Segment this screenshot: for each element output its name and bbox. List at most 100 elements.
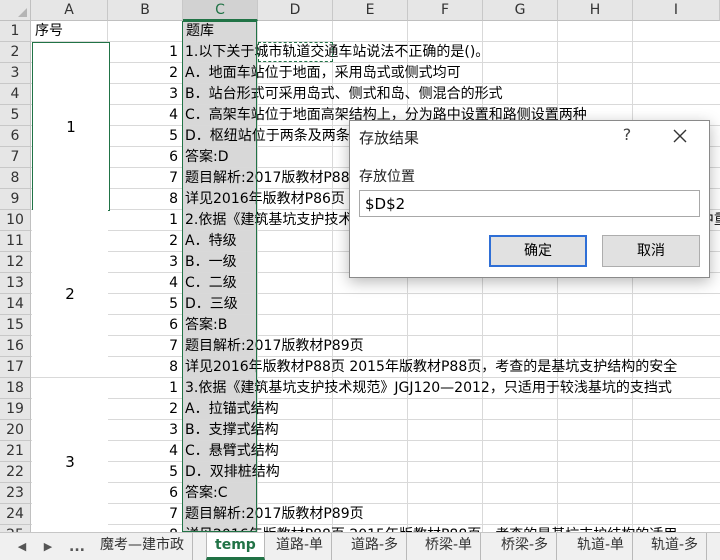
item-number-cell[interactable]: 4 xyxy=(133,105,181,126)
item-number-cell[interactable]: 6 xyxy=(133,315,181,336)
sheet-tab[interactable]: temp xyxy=(206,533,265,560)
more-tabs-button[interactable]: ... xyxy=(66,537,88,557)
sheet-tab[interactable]: 桥梁-单 xyxy=(417,533,482,560)
row-header[interactable]: 8 xyxy=(0,168,31,189)
sheet-tab[interactable]: 轨道-单 xyxy=(569,533,634,560)
row-header[interactable]: 20 xyxy=(0,420,31,441)
tab-scroll-right-icon[interactable]: ▶ xyxy=(40,537,56,557)
item-number-cell[interactable]: 5 xyxy=(133,294,181,315)
question-text-cell[interactable]: A．地面车站位于地面，采用岛式或侧式均可 xyxy=(184,63,461,84)
question-text-cell[interactable]: 3.依据《建筑基坑支护技术规范》JGJ120—2012，只适用于较浅基坑的支挡式 xyxy=(184,378,672,399)
item-number-cell[interactable]: 2 xyxy=(133,63,181,84)
question-text-cell[interactable]: 题目解析:2017版教材P88页 xyxy=(184,168,364,189)
question-text-cell[interactable]: 答案:D xyxy=(184,147,229,168)
item-number-cell[interactable]: 7 xyxy=(133,336,181,357)
question-text-cell[interactable]: A．特级 xyxy=(184,231,237,252)
row-header[interactable]: 25 xyxy=(0,525,31,532)
row-header[interactable]: 4 xyxy=(0,84,31,105)
sheet-tab[interactable]: 魔考—建市政 xyxy=(92,533,193,560)
column-header-d[interactable]: D xyxy=(258,0,333,21)
sheet-tab[interactable]: 桥梁-多 xyxy=(493,533,558,560)
row-header[interactable]: 15 xyxy=(0,315,31,336)
cancel-button[interactable]: 取消 xyxy=(602,235,700,267)
item-number-cell[interactable]: 5 xyxy=(133,462,181,483)
row-header[interactable]: 24 xyxy=(0,504,31,525)
question-text-cell[interactable]: B．站台形式可采用岛式、侧式和岛、侧混合的形式 xyxy=(184,84,503,105)
question-text-cell[interactable]: 题目解析:2017版教材P89页 xyxy=(184,504,364,525)
question-text-cell[interactable]: C．悬臂式结构 xyxy=(184,441,279,462)
column-header-h[interactable]: H xyxy=(558,0,633,21)
row-header[interactable]: 5 xyxy=(0,105,31,126)
item-number-cell[interactable]: 8 xyxy=(133,189,181,210)
row-header[interactable]: 22 xyxy=(0,462,31,483)
row-header[interactable]: 23 xyxy=(0,483,31,504)
question-text-cell[interactable]: 答案:B xyxy=(184,315,227,336)
header-cell-seq[interactable]: 序号 xyxy=(35,21,63,42)
help-icon[interactable]: ? xyxy=(618,125,636,144)
item-number-cell[interactable]: 1 xyxy=(133,210,181,231)
item-number-cell[interactable]: 7 xyxy=(133,168,181,189)
question-text-cell[interactable]: 答案:C xyxy=(184,483,228,504)
item-number-cell[interactable]: 1 xyxy=(133,378,181,399)
question-text-cell[interactable]: D．三级 xyxy=(184,294,238,315)
ok-button[interactable]: 确定 xyxy=(489,235,587,267)
sheet-tab[interactable]: 轨道-多 xyxy=(643,533,708,560)
question-text-cell[interactable]: D．双排桩结构 xyxy=(184,462,280,483)
column-header-c[interactable]: C xyxy=(183,0,258,21)
column-header-b[interactable]: B xyxy=(108,0,183,21)
row-header[interactable]: 2 xyxy=(0,42,31,63)
row-header[interactable]: 19 xyxy=(0,399,31,420)
header-cell-bank[interactable]: 题库 xyxy=(186,21,214,42)
sheet-tab[interactable]: 道路-多 xyxy=(343,533,408,560)
row-header[interactable]: 10 xyxy=(0,210,31,231)
column-header-e[interactable]: E xyxy=(333,0,408,21)
question-text-cell[interactable]: A．拉锚式结构 xyxy=(184,399,279,420)
item-number-cell[interactable]: 7 xyxy=(133,504,181,525)
item-number-cell[interactable]: 3 xyxy=(133,420,181,441)
column-header-f[interactable]: F xyxy=(408,0,483,21)
question-text-cell[interactable]: 题目解析:2017版教材P89页 xyxy=(184,336,364,357)
select-all-corner[interactable] xyxy=(0,0,31,21)
sheet-tab[interactable]: 道路-单 xyxy=(268,533,333,560)
merged-group-cell[interactable]: 1 xyxy=(32,42,110,211)
question-text-cell[interactable]: 1.以下关于城市轨道交通车站说法不正确的是()。 xyxy=(184,42,489,63)
tab-scroll-left-icon[interactable]: ◀ xyxy=(14,537,30,557)
item-number-cell[interactable]: 8 xyxy=(133,525,181,532)
row-header[interactable]: 1 xyxy=(0,21,31,42)
row-header[interactable]: 17 xyxy=(0,357,31,378)
item-number-cell[interactable]: 2 xyxy=(133,231,181,252)
row-header[interactable]: 6 xyxy=(0,126,31,147)
item-number-cell[interactable]: 3 xyxy=(133,84,181,105)
item-number-cell[interactable]: 1 xyxy=(133,42,181,63)
item-number-cell[interactable]: 4 xyxy=(133,441,181,462)
row-header[interactable]: 16 xyxy=(0,336,31,357)
column-header-a[interactable]: A xyxy=(31,0,108,21)
row-header[interactable]: 12 xyxy=(0,252,31,273)
question-text-cell[interactable]: 详见2016年版教材P88页 2015年版教材P88页，考查的是基坑支护结构的适… xyxy=(184,525,677,532)
item-number-cell[interactable]: 6 xyxy=(133,147,181,168)
close-icon[interactable] xyxy=(668,124,692,148)
row-header[interactable]: 11 xyxy=(0,231,31,252)
row-header[interactable]: 21 xyxy=(0,441,31,462)
row-header[interactable]: 14 xyxy=(0,294,31,315)
item-number-cell[interactable]: 6 xyxy=(133,483,181,504)
row-header[interactable]: 13 xyxy=(0,273,31,294)
row-header[interactable]: 18 xyxy=(0,378,31,399)
item-number-cell[interactable]: 2 xyxy=(133,399,181,420)
merged-group-cell[interactable]: 3 xyxy=(32,378,108,532)
item-number-cell[interactable]: 4 xyxy=(133,273,181,294)
item-number-cell[interactable]: 8 xyxy=(133,357,181,378)
question-text-cell[interactable]: 详见2016年版教材P88页 2015年版教材P88页，考查的是基坑支护结构的安… xyxy=(184,357,677,378)
question-text-cell[interactable]: C．二级 xyxy=(184,273,237,294)
question-text-cell[interactable]: B．支撑式结构 xyxy=(184,420,279,441)
column-header-i[interactable]: I xyxy=(633,0,720,21)
row-header[interactable]: 7 xyxy=(0,147,31,168)
column-header-g[interactable]: G xyxy=(483,0,558,21)
merged-group-cell[interactable]: 2 xyxy=(32,210,108,377)
item-number-cell[interactable]: 5 xyxy=(133,126,181,147)
question-text-cell[interactable]: B．一级 xyxy=(184,252,237,273)
row-header[interactable]: 3 xyxy=(0,63,31,84)
location-input[interactable] xyxy=(359,190,700,217)
item-number-cell[interactable]: 3 xyxy=(133,252,181,273)
row-header[interactable]: 9 xyxy=(0,189,31,210)
